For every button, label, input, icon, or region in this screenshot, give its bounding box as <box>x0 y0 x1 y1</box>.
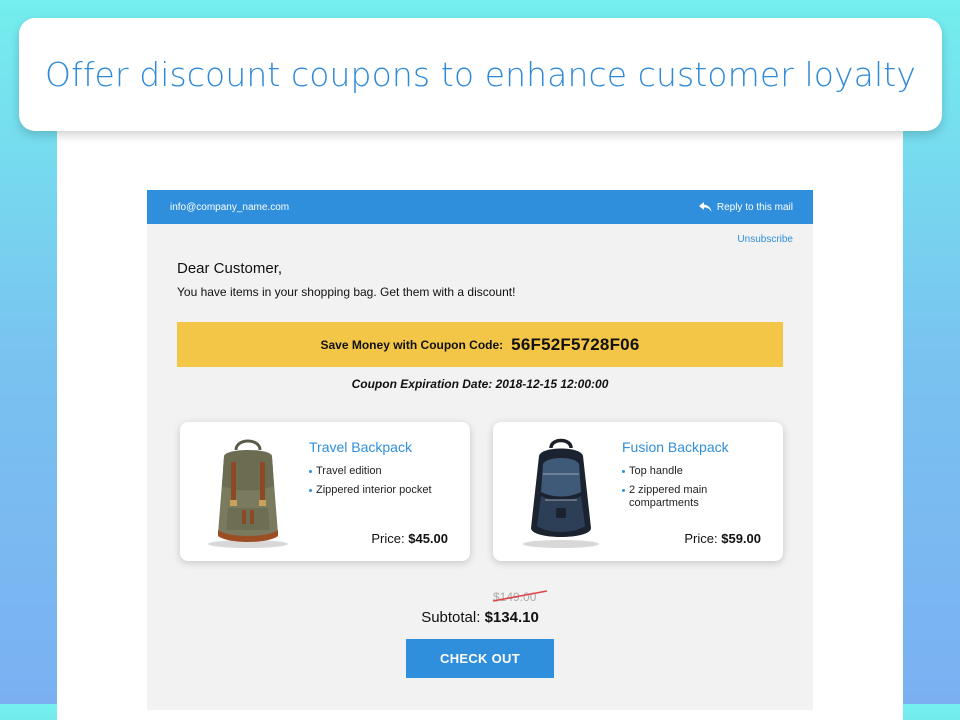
headline-text: Offer discount coupons to enhance custom… <box>45 55 916 94</box>
reply-arrow-icon <box>698 201 712 212</box>
feature-list: Top handle 2 zippered main compartments <box>622 465 772 516</box>
reply-label: Reply to this mail <box>716 201 793 213</box>
subtotal-label: Subtotal: <box>421 609 481 626</box>
unsubscribe-link[interactable]: Unsubscribe <box>737 234 793 245</box>
subtotal: Subtotal: $134.10 <box>147 609 813 626</box>
fusion-backpack-image <box>523 438 599 548</box>
feature-item: Zippered interior pocket <box>309 484 459 497</box>
price-value: $45.00 <box>408 531 448 546</box>
feature-list: Travel edition Zippered interior pocket <box>309 465 459 503</box>
coupon-bar: Save Money with Coupon Code: 56F52F5728F… <box>177 322 783 367</box>
email-preview: info@company_name.com Reply to this mail… <box>147 190 813 710</box>
product-price: Price: $45.00 <box>371 531 448 546</box>
email-header: info@company_name.com Reply to this mail <box>147 190 813 224</box>
feature-item: Top handle <box>622 465 772 478</box>
travel-backpack-image <box>208 439 288 548</box>
product-name[interactable]: Travel Backpack <box>309 439 412 455</box>
strikethrough-mark <box>492 590 548 602</box>
greeting: Dear Customer, <box>177 260 283 277</box>
intro-text: You have items in your shopping bag. Get… <box>177 285 516 299</box>
product-name[interactable]: Fusion Backpack <box>622 439 729 455</box>
price-value: $59.00 <box>721 531 761 546</box>
coupon-label: Save Money with Coupon Code: <box>320 337 504 352</box>
sender-address: info@company_name.com <box>170 201 290 213</box>
feature-item: 2 zippered main compartments <box>622 484 772 510</box>
product-price: Price: $59.00 <box>684 531 761 546</box>
feature-item: Travel edition <box>309 465 459 478</box>
checkout-button[interactable]: CHECK OUT <box>406 639 554 678</box>
headline-banner: Offer discount coupons to enhance custom… <box>19 18 942 131</box>
product-card[interactable]: Travel Backpack Travel edition Zippered … <box>180 422 470 561</box>
price-label: Price: <box>684 531 718 546</box>
product-card[interactable]: Fusion Backpack Top handle 2 zippered ma… <box>493 422 783 561</box>
reply-link[interactable]: Reply to this mail <box>698 201 793 213</box>
price-label: Price: <box>371 531 405 546</box>
coupon-code: 56F52F5728F06 <box>511 334 640 354</box>
coupon-expiry: Coupon Expiration Date: 2018-12-15 12:00… <box>351 377 609 391</box>
subtotal-value: $134.10 <box>484 609 539 626</box>
